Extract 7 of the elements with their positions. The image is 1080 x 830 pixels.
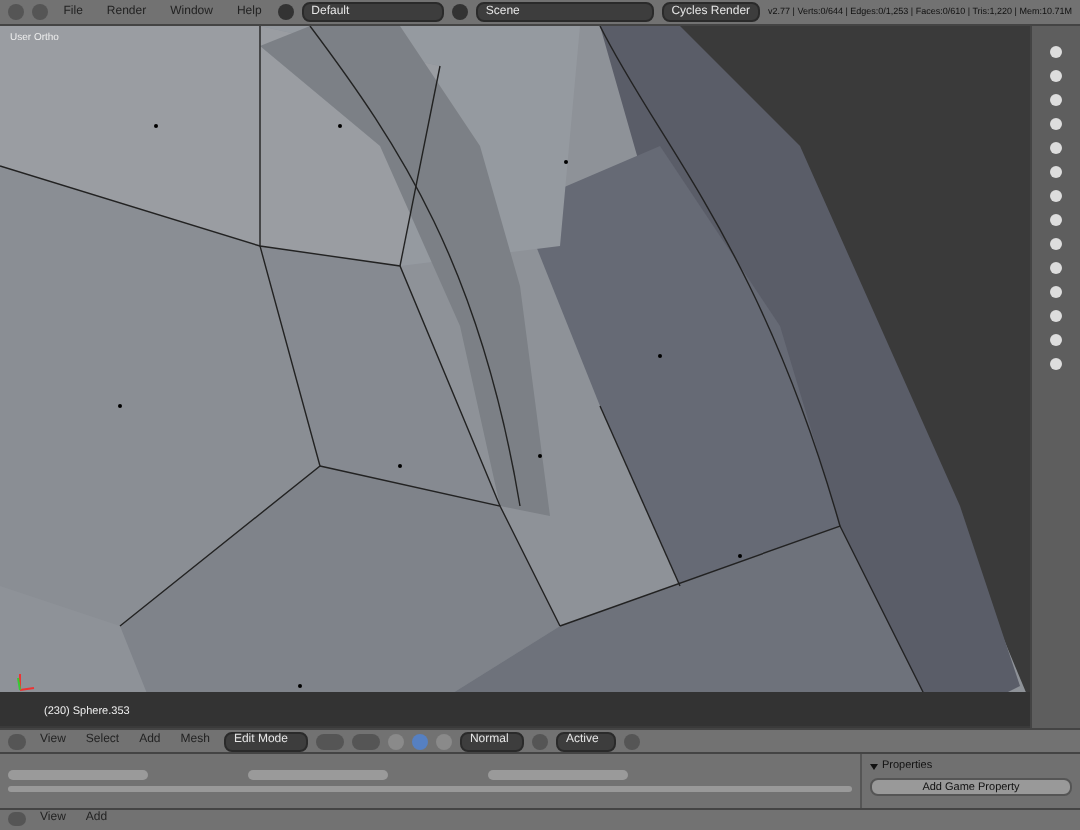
slider-field[interactable] [488, 770, 628, 780]
collapse-arrow-icon[interactable] [870, 763, 878, 770]
select-mode-button[interactable] [435, 733, 452, 749]
axis-icon [16, 670, 36, 694]
slider-field[interactable] [248, 770, 388, 780]
select-mode-button[interactable] [387, 733, 404, 749]
slider-field[interactable] [8, 770, 148, 780]
